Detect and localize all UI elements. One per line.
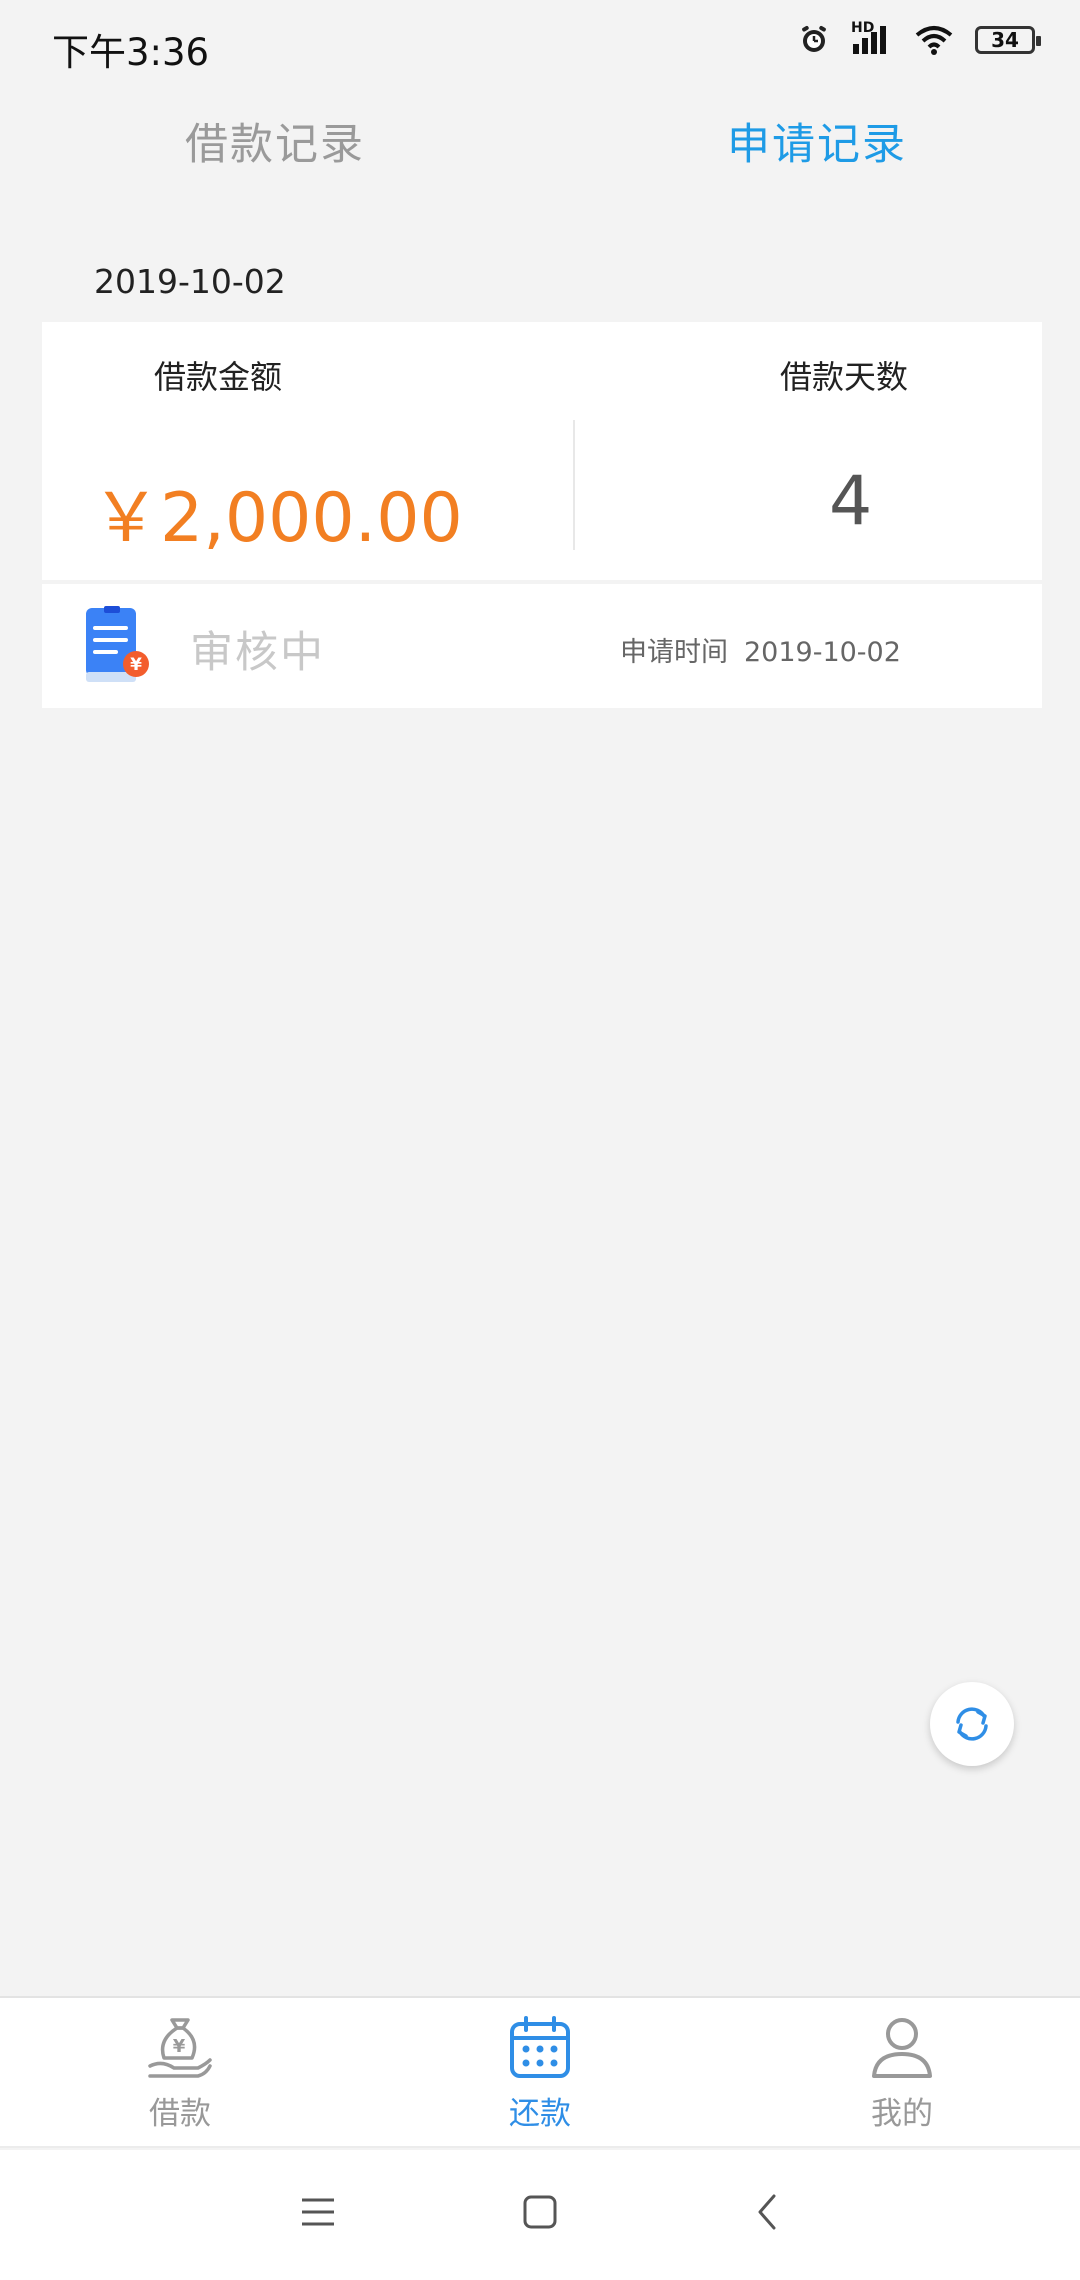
status-time: 下午3:36 [52, 31, 210, 74]
home-icon[interactable] [520, 2192, 560, 2232]
status-icons: HD 34 [799, 20, 1041, 56]
apply-time-label: 申请时间 [620, 637, 728, 668]
apply-time: 申请时间 2019-10-02 [620, 630, 901, 669]
battery-icon: 34 [975, 26, 1041, 54]
svg-text:¥: ¥ [173, 2036, 186, 2057]
refresh-icon [956, 1707, 988, 1741]
card-divider [573, 420, 575, 550]
amount-label: 借款金额 [154, 358, 283, 396]
record-card[interactable]: 借款金额 借款天数 ￥2,000.00 4 [42, 322, 1042, 580]
signal-icon [853, 26, 886, 54]
back-icon[interactable] [748, 2192, 788, 2232]
svg-text:¥: ¥ [130, 655, 142, 675]
signal-indicator: HD [851, 20, 893, 56]
apply-time-value: 2019-10-02 [744, 637, 901, 668]
days-label: 借款天数 [780, 358, 909, 396]
record-tabs: 借款记录 申请记录 [0, 110, 1080, 190]
system-nav-bar [0, 2150, 1080, 2280]
alarm-icon [802, 26, 826, 52]
amount-value: ￥2,000.00 [92, 479, 463, 558]
record-status-row[interactable]: ¥ 审核中 申请时间 2019-10-02 [42, 584, 1042, 708]
nav-label-mine: 我的 [871, 2096, 933, 2132]
nav-item-loan[interactable]: ¥ 借款 [90, 2014, 270, 2133]
review-status: 审核中 [190, 628, 325, 678]
bottom-nav: ¥ 借款 还款 我的 [0, 1996, 1080, 2148]
refresh-button[interactable] [930, 1682, 1014, 1766]
menu-icon[interactable] [298, 2192, 338, 2232]
money-bag-hand-icon: ¥ [148, 2018, 212, 2078]
status-bar: 下午3:36 HD 34 [0, 0, 1080, 90]
tab-loan-records[interactable]: 借款记录 [185, 110, 365, 172]
battery-level: 34 [991, 28, 1019, 52]
loan-document-icon: ¥ [86, 606, 149, 682]
days-value: 4 [829, 462, 873, 541]
tab-application-records[interactable]: 申请记录 [727, 110, 907, 172]
calendar-icon [510, 2016, 570, 2078]
nav-item-mine[interactable]: 我的 [812, 2014, 992, 2133]
wifi-icon [915, 26, 953, 55]
nav-item-repay[interactable]: 还款 [450, 2014, 630, 2133]
nav-label-repay: 还款 [509, 2096, 571, 2132]
user-icon [872, 2018, 932, 2078]
nav-label-loan: 借款 [149, 2096, 211, 2132]
record-date: 2019-10-02 [94, 262, 286, 301]
